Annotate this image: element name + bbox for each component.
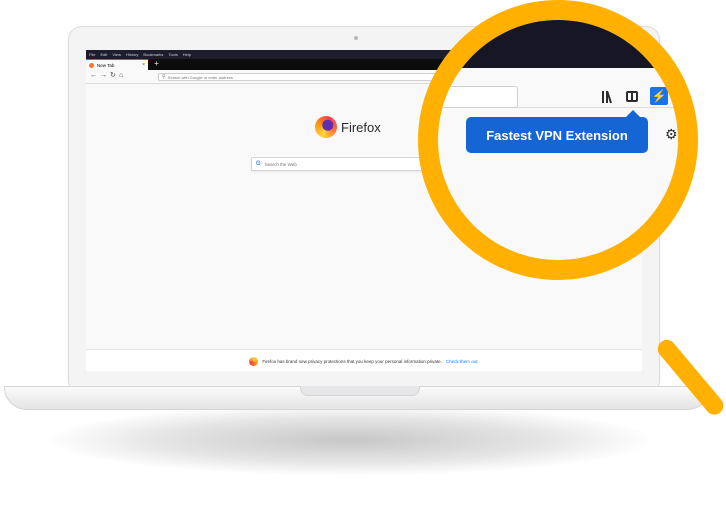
magnified-toolbar: ⚡ Fastest VPN Extension ⚙ — [438, 20, 678, 260]
gear-icon[interactable]: ⚙ — [665, 126, 678, 143]
privacy-notice: Firefox has brand new privacy protection… — [86, 349, 642, 371]
back-icon[interactable]: ← — [90, 72, 97, 80]
reload-icon[interactable]: ↻ — [110, 72, 116, 80]
menu-history[interactable]: History — [126, 52, 138, 57]
magnifier-lens: ⚡ Fastest VPN Extension ⚙ — [418, 0, 698, 280]
sidebar-icon[interactable] — [626, 91, 638, 102]
magnified-address-bar[interactable] — [438, 86, 518, 108]
menu-edit[interactable]: Edit — [100, 52, 107, 57]
laptop-notch — [300, 386, 420, 396]
privacy-notice-link[interactable]: Check them out. — [446, 359, 479, 364]
privacy-notice-text: Firefox has brand new privacy protection… — [262, 358, 442, 364]
search-icon: ⚲ — [162, 73, 166, 80]
extension-tooltip: Fastest VPN Extension — [466, 110, 648, 153]
tab-title: New Tab — [97, 62, 115, 68]
firefox-footer-icon — [249, 356, 259, 366]
magnified-titlebar — [438, 20, 678, 68]
menu-help[interactable]: Help — [183, 52, 191, 57]
vpn-extension-button[interactable]: ⚡ — [650, 87, 668, 105]
tab-new-tab[interactable]: New Tab × — [86, 59, 148, 70]
firefox-favicon-icon — [89, 62, 94, 68]
home-icon[interactable]: ⌂ — [119, 72, 123, 80]
menu-view[interactable]: View — [112, 52, 121, 57]
brand-name: Firefox — [341, 119, 381, 135]
laptop-camera — [354, 36, 358, 40]
firefox-logo-lockup: Firefox — [315, 116, 381, 138]
google-icon: G — [256, 161, 261, 167]
address-bar[interactable]: ⚲ — [158, 73, 478, 81]
forward-icon[interactable]: → — [100, 72, 107, 80]
menu-tools[interactable]: Tools — [168, 52, 177, 57]
laptop-shadow — [50, 405, 650, 475]
library-icon[interactable] — [602, 91, 616, 104]
menu-file[interactable]: File — [89, 52, 95, 57]
new-tab-button[interactable]: + — [152, 59, 161, 70]
close-tab-icon[interactable]: × — [142, 62, 145, 68]
menu-bookmarks[interactable]: Bookmarks — [143, 52, 163, 57]
firefox-logo-icon — [315, 116, 337, 138]
